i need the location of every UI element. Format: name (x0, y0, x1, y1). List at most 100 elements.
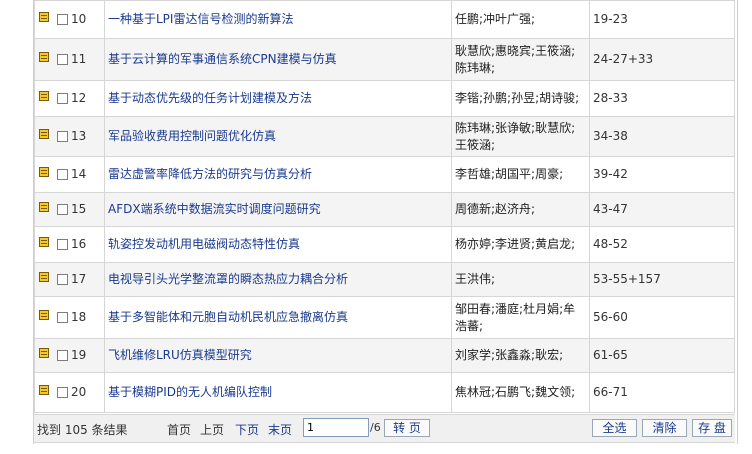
article-title-link[interactable]: 飞机维修LRU仿真模型研究 (108, 348, 252, 362)
article-title-link[interactable]: 基于动态优先级的任务计划建模及方法 (108, 91, 312, 105)
document-icon[interactable] (39, 309, 49, 320)
row-controls: 19 (34, 338, 105, 373)
document-icon[interactable] (39, 166, 49, 177)
table-row: 14 雷达虚警率降低方法的研究与仿真分析 李哲雄;胡国平;周豪; 39-42 (34, 156, 735, 193)
row-number: 18 (71, 310, 87, 324)
table-row: 10 一种基于LPI雷达信号检测的新算法 任鹏;冲叶广强; 19-23 (34, 0, 735, 39)
row-controls: 13 (34, 116, 105, 157)
authors-cell: 耿慧欣;惠晓宾;王筱涵;陈玮琳; (451, 38, 590, 81)
row-checkbox[interactable] (57, 350, 68, 361)
row-checkbox[interactable] (57, 204, 68, 215)
row-number: 11 (71, 52, 87, 66)
document-icon[interactable] (39, 51, 49, 62)
row-number: 10 (71, 12, 87, 26)
title-cell: 基于模糊PID的无人机编队控制 (104, 372, 452, 413)
document-icon[interactable] (39, 90, 49, 101)
select-all-button[interactable]: 全选 (592, 419, 637, 437)
row-checkbox[interactable] (57, 312, 68, 323)
row-checkbox[interactable] (57, 93, 68, 104)
authors-cell: 杨亦婷;李进贤;黄启龙; (451, 226, 590, 263)
pages-cell: 24-27+33 (589, 38, 735, 81)
row-number: 16 (71, 237, 87, 251)
row-checkbox[interactable] (57, 54, 68, 65)
row-number: 17 (71, 272, 87, 286)
table-row: 17 电视导引头光学整流罩的瞬态热应力耦合分析 王洪伟; 53-55+157 (34, 262, 735, 297)
article-title-link[interactable]: 一种基于LPI雷达信号检测的新算法 (108, 12, 293, 26)
save-button[interactable]: 存 盘 (692, 419, 732, 437)
article-title-link[interactable]: 基于多智能体和元胞自动机民机应急撤离仿真 (108, 310, 348, 324)
pages-cell: 34-38 (589, 116, 735, 157)
article-title-link[interactable]: AFDX端系统中数据流实时调度问题研究 (108, 202, 321, 216)
document-icon[interactable] (39, 384, 49, 395)
table-row: 19 飞机维修LRU仿真模型研究 刘家学;张鑫淼;耿宏; 61-65 (34, 338, 735, 373)
pages-cell: 19-23 (589, 0, 735, 39)
table-row: 12 基于动态优先级的任务计划建模及方法 李锴;孙鹏;孙昱;胡诗骏; 28-33 (34, 80, 735, 117)
pages-cell: 61-65 (589, 338, 735, 373)
row-number: 13 (71, 129, 87, 143)
table-row: 15 AFDX端系统中数据流实时调度问题研究 周德新;赵济舟; 43-47 (34, 192, 735, 227)
article-title-link[interactable]: 基于模糊PID的无人机编队控制 (108, 385, 272, 399)
title-cell: 飞机维修LRU仿真模型研究 (104, 338, 452, 373)
document-icon[interactable] (39, 11, 49, 22)
authors-cell: 任鹏;冲叶广强; (451, 0, 590, 39)
title-cell: 雷达虚警率降低方法的研究与仿真分析 (104, 156, 452, 193)
prev-page-link[interactable]: 上页 (200, 421, 224, 438)
row-checkbox[interactable] (57, 387, 68, 398)
table-row: 13 军品验收费用控制问题优化仿真 陈玮琳;张诤敏;耿慧欣;王筱涵; 34-38 (34, 116, 735, 157)
article-title-link[interactable]: 军品验收费用控制问题优化仿真 (108, 129, 276, 143)
document-icon[interactable] (39, 236, 49, 247)
row-number: 20 (71, 385, 87, 399)
row-number: 12 (71, 91, 87, 105)
row-controls: 20 (34, 372, 105, 413)
pages-cell: 53-55+157 (589, 262, 735, 297)
authors-cell: 焦林冠;石鹏飞;魏文领; (451, 372, 590, 413)
table-row: 16 轨姿控发动机用电磁阀动态特性仿真 杨亦婷;李进贤;黄启龙; 48-52 (34, 226, 735, 263)
last-page-link[interactable]: 末页 (268, 421, 292, 438)
row-controls: 11 (34, 38, 105, 81)
pages-cell: 39-42 (589, 156, 735, 193)
article-title-link[interactable]: 电视导引头光学整流罩的瞬态热应力耦合分析 (108, 272, 348, 286)
title-cell: 基于动态优先级的任务计划建模及方法 (104, 80, 452, 117)
page-number-input[interactable] (303, 418, 369, 437)
row-controls: 10 (34, 0, 105, 39)
row-checkbox[interactable] (57, 169, 68, 180)
row-checkbox[interactable] (57, 274, 68, 285)
row-checkbox[interactable] (57, 239, 68, 250)
authors-cell: 陈玮琳;张诤敏;耿慧欣;王筱涵; (451, 116, 590, 157)
title-cell: 一种基于LPI雷达信号检测的新算法 (104, 0, 452, 39)
row-controls: 17 (34, 262, 105, 297)
authors-cell: 邹田春;潘庭;杜月娟;牟浩蕃; (451, 296, 590, 339)
document-icon[interactable] (39, 201, 49, 212)
pages-cell: 28-33 (589, 80, 735, 117)
table-row: 20 基于模糊PID的无人机编队控制 焦林冠;石鹏飞;魏文领; 66-71 (34, 372, 735, 413)
next-page-link[interactable]: 下页 (235, 421, 259, 438)
authors-cell: 周德新;赵济舟; (451, 192, 590, 227)
article-title-link[interactable]: 基于云计算的军事通信系统CPN建模与仿真 (108, 52, 337, 66)
title-cell: 基于云计算的军事通信系统CPN建模与仿真 (104, 38, 452, 81)
document-icon[interactable] (39, 128, 49, 139)
title-cell: 电视导引头光学整流罩的瞬态热应力耦合分析 (104, 262, 452, 297)
result-count: 找到 105 条结果 (37, 423, 128, 437)
row-number: 19 (71, 348, 87, 362)
document-icon[interactable] (39, 271, 49, 282)
authors-cell: 李锴;孙鹏;孙昱;胡诗骏; (451, 80, 590, 117)
row-number: 14 (71, 167, 87, 181)
first-page-link[interactable]: 首页 (167, 421, 191, 438)
row-checkbox[interactable] (57, 131, 68, 142)
go-to-page-button[interactable]: 转 页 (384, 419, 430, 437)
title-cell: 军品验收费用控制问题优化仿真 (104, 116, 452, 157)
document-icon[interactable] (39, 347, 49, 358)
article-title-link[interactable]: 轨姿控发动机用电磁阀动态特性仿真 (108, 237, 300, 251)
table-row: 11 基于云计算的军事通信系统CPN建模与仿真 耿慧欣;惠晓宾;王筱涵;陈玮琳;… (34, 38, 735, 81)
article-title-link[interactable]: 雷达虚警率降低方法的研究与仿真分析 (108, 167, 312, 181)
pages-cell: 56-60 (589, 296, 735, 339)
row-controls: 12 (34, 80, 105, 117)
pages-cell: 48-52 (589, 226, 735, 263)
row-controls: 14 (34, 156, 105, 193)
title-cell: AFDX端系统中数据流实时调度问题研究 (104, 192, 452, 227)
row-checkbox[interactable] (57, 14, 68, 25)
clear-button[interactable]: 清除 (642, 419, 687, 437)
authors-cell: 李哲雄;胡国平;周豪; (451, 156, 590, 193)
title-cell: 基于多智能体和元胞自动机民机应急撤离仿真 (104, 296, 452, 339)
row-controls: 15 (34, 192, 105, 227)
